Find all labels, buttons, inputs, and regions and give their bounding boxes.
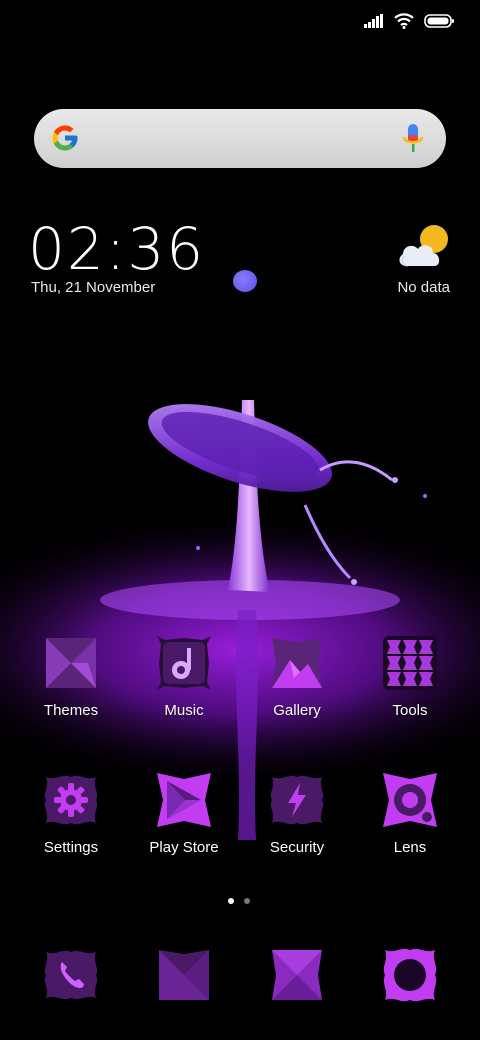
lightning-icon — [270, 775, 324, 825]
app-label: Play Store — [149, 839, 219, 856]
app-label: Gallery — [273, 702, 321, 719]
app-label: Themes — [43, 702, 99, 719]
play-store-icon — [157, 773, 211, 827]
app-label: Security — [269, 839, 325, 856]
app-gallery[interactable]: Gallery — [242, 634, 352, 719]
app-label: Music — [164, 702, 204, 719]
page-dot[interactable] — [244, 898, 250, 904]
app-label: Settings — [43, 839, 99, 856]
lens-icon — [383, 773, 437, 827]
app-label: Lens — [393, 839, 427, 856]
messaging-icon[interactable] — [155, 946, 213, 1004]
gallery-icon — [272, 638, 322, 688]
app-themes[interactable]: Themes — [16, 634, 126, 719]
app-label: Tools — [392, 702, 428, 719]
floating-assistant-dot[interactable] — [233, 270, 257, 292]
weather-status[interactable]: No data — [397, 279, 450, 296]
tools-folder-icon — [383, 636, 437, 690]
google-g-icon — [52, 125, 78, 151]
app-tools-folder[interactable]: Tools — [355, 634, 465, 719]
app-lens[interactable]: Lens — [355, 771, 465, 856]
clock-date[interactable]: Thu, 21 November — [31, 279, 155, 296]
signal-bars-icon — [364, 14, 383, 28]
music-icon — [157, 636, 211, 690]
camera-icon[interactable] — [381, 946, 439, 1004]
browser-icon[interactable] — [268, 946, 326, 1004]
app-security[interactable]: Security — [242, 771, 352, 856]
clock-time[interactable]: 02:36 — [28, 216, 205, 282]
phone-icon[interactable] — [42, 946, 100, 1004]
app-settings[interactable]: Settings — [16, 771, 126, 856]
battery-full-icon — [424, 14, 454, 28]
partly-cloudy-icon[interactable] — [396, 222, 452, 272]
google-search-bar[interactable] — [34, 109, 446, 168]
wifi-icon — [394, 13, 414, 29]
gear-icon — [44, 775, 98, 825]
status-bar — [364, 10, 454, 32]
microphone-icon[interactable] — [402, 123, 424, 155]
app-play-store[interactable]: Play Store — [129, 771, 239, 856]
themes-icon — [46, 638, 96, 688]
page-indicator[interactable] — [228, 898, 250, 904]
app-music[interactable]: Music — [129, 634, 239, 719]
page-dot-active[interactable] — [228, 898, 234, 904]
home-screen: 02:36 Thu, 21 November No data Themes Mu… — [0, 0, 480, 1040]
